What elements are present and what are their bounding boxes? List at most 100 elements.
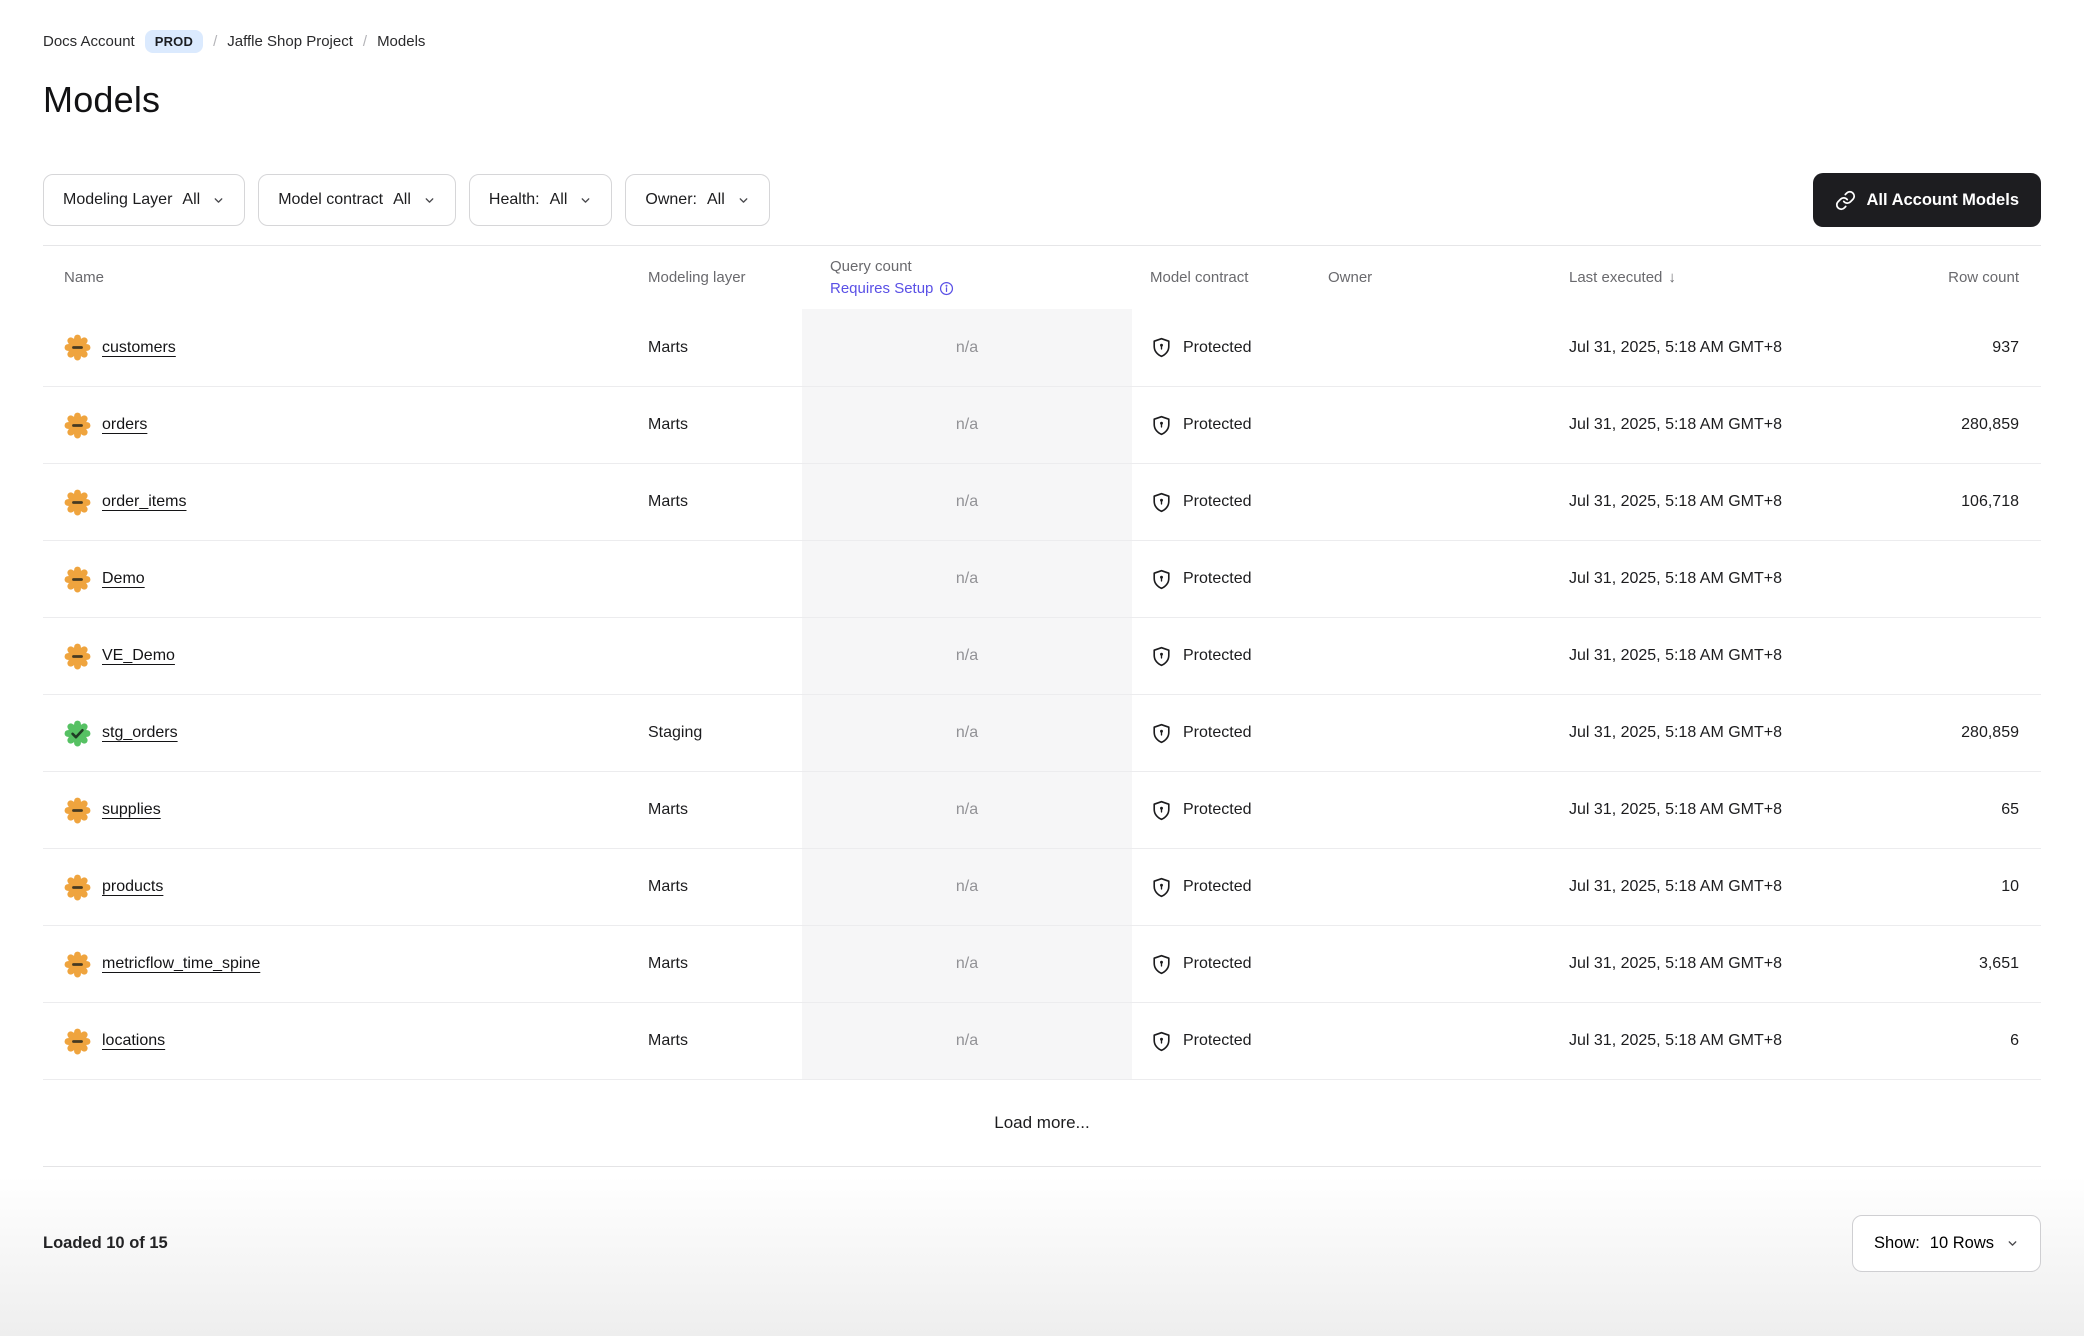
table-row: products Marts n/a Protected Jul 31, 202… (43, 848, 2041, 925)
chevron-down-icon (579, 194, 592, 207)
breadcrumb-separator: / (213, 33, 217, 50)
row-count-value: 280,859 (1861, 416, 2041, 434)
modeling-layer-value: Marts (648, 339, 802, 357)
warning-badge-icon (64, 566, 91, 593)
header-row-count[interactable]: Row count (1861, 269, 2041, 286)
modeling-layer-value: Marts (648, 1032, 802, 1050)
row-count-value: 3,651 (1861, 955, 2041, 973)
table-footer: Loaded 10 of 15 Show: 10 Rows (43, 1215, 2041, 1272)
shield-lock-icon (1150, 722, 1173, 745)
row-count-value: 280,859 (1861, 724, 2041, 742)
chevron-down-icon (2006, 1237, 2019, 1250)
last-executed-value: Jul 31, 2025, 5:18 AM GMT+8 (1551, 724, 1861, 742)
filter-health[interactable]: Health: All (469, 174, 612, 226)
model-name-link[interactable]: order_items (102, 493, 186, 511)
model-contract-value: Protected (1183, 724, 1251, 742)
header-last-executed[interactable]: Last executed ↓ (1551, 269, 1861, 286)
last-executed-value: Jul 31, 2025, 5:18 AM GMT+8 (1551, 647, 1861, 665)
query-count-value: n/a (802, 387, 1132, 463)
query-count-value: n/a (802, 849, 1132, 925)
breadcrumb-project[interactable]: Jaffle Shop Project (227, 33, 353, 50)
shield-lock-icon (1150, 876, 1173, 899)
warning-badge-icon (64, 951, 91, 978)
row-count-value: 10 (1861, 878, 2041, 896)
query-count-value: n/a (802, 695, 1132, 771)
chevron-down-icon (212, 194, 225, 207)
filter-value: All (393, 191, 411, 209)
filter-value: All (707, 191, 725, 209)
model-name-link[interactable]: VE_Demo (102, 647, 175, 665)
chevron-down-icon (423, 194, 436, 207)
modeling-layer-value: Marts (648, 955, 802, 973)
filter-modeling-layer[interactable]: Modeling Layer All (43, 174, 245, 226)
modeling-layer-value: Marts (648, 493, 802, 511)
table-row: order_items Marts n/a Protected Jul 31, … (43, 463, 2041, 540)
table-row: supplies Marts n/a Protected Jul 31, 202… (43, 771, 2041, 848)
sort-descending-icon[interactable]: ↓ (1668, 269, 1676, 286)
table-row: VE_Demo n/a Protected Jul 31, 2025, 5:18… (43, 617, 2041, 694)
shield-lock-icon (1150, 645, 1173, 668)
models-table: Name Modeling layer Query count Requires… (43, 245, 2041, 1167)
all-account-models-label: All Account Models (1867, 191, 2019, 210)
filter-owner[interactable]: Owner: All (625, 174, 769, 226)
verified-check-badge-icon (64, 720, 91, 747)
filter-value: All (550, 191, 568, 209)
model-name-link[interactable]: customers (102, 339, 176, 357)
table-body: customers Marts n/a Protected Jul 31, 20… (43, 309, 2041, 1079)
requires-setup-link[interactable]: Requires Setup (830, 278, 954, 300)
table-row: metricflow_time_spine Marts n/a Protecte… (43, 925, 2041, 1002)
show-value: 10 Rows (1930, 1234, 1994, 1253)
query-count-value: n/a (802, 464, 1132, 540)
info-circle-icon[interactable] (939, 281, 954, 296)
model-contract-value: Protected (1183, 801, 1251, 819)
page-title: Models (43, 79, 2041, 121)
last-executed-value: Jul 31, 2025, 5:18 AM GMT+8 (1551, 955, 1861, 973)
modeling-layer-value: Staging (648, 724, 802, 742)
last-executed-value: Jul 31, 2025, 5:18 AM GMT+8 (1551, 878, 1861, 896)
all-account-models-button[interactable]: All Account Models (1813, 173, 2041, 227)
filter-value: All (182, 191, 200, 209)
show-label: Show: (1874, 1234, 1920, 1253)
model-name-link[interactable]: metricflow_time_spine (102, 955, 260, 973)
shield-lock-icon (1150, 1030, 1173, 1053)
model-contract-value: Protected (1183, 878, 1251, 896)
shield-lock-icon (1150, 491, 1173, 514)
environment-badge: PROD (145, 30, 203, 53)
filter-label: Health: (489, 191, 540, 209)
show-rows-dropdown[interactable]: Show: 10 Rows (1852, 1215, 2041, 1272)
breadcrumb-account[interactable]: Docs Account (43, 33, 135, 50)
model-contract-value: Protected (1183, 493, 1251, 511)
header-name[interactable]: Name (43, 269, 648, 286)
model-contract-value: Protected (1183, 416, 1251, 434)
load-more-row: Load more... (43, 1079, 2041, 1167)
load-more-button[interactable]: Load more... (994, 1113, 1089, 1133)
model-name-link[interactable]: locations (102, 1032, 165, 1050)
shield-lock-icon (1150, 568, 1173, 591)
model-name-link[interactable]: Demo (102, 570, 145, 588)
filter-label: Owner: (645, 191, 697, 209)
breadcrumb: Docs Account PROD / Jaffle Shop Project … (43, 30, 2041, 53)
query-count-value: n/a (802, 309, 1132, 386)
model-name-link[interactable]: orders (102, 416, 147, 434)
header-query-count: Query count Requires Setup (802, 256, 1132, 300)
warning-badge-icon (64, 874, 91, 901)
models-page: Docs Account PROD / Jaffle Shop Project … (0, 0, 2084, 1336)
last-executed-label: Last executed (1569, 269, 1662, 286)
header-model-contract[interactable]: Model contract (1132, 269, 1310, 286)
row-count-value: 106,718 (1861, 493, 2041, 511)
model-name-link[interactable]: supplies (102, 801, 161, 819)
shield-lock-icon (1150, 953, 1173, 976)
model-name-link[interactable]: products (102, 878, 163, 896)
model-contract-value: Protected (1183, 570, 1251, 588)
modeling-layer-value: Marts (648, 878, 802, 896)
header-owner[interactable]: Owner (1310, 269, 1551, 286)
header-modeling-layer[interactable]: Modeling layer (648, 269, 802, 286)
table-row: orders Marts n/a Protected Jul 31, 2025,… (43, 386, 2041, 463)
last-executed-value: Jul 31, 2025, 5:18 AM GMT+8 (1551, 339, 1861, 357)
filter-model-contract[interactable]: Model contract All (258, 174, 456, 226)
warning-badge-icon (64, 334, 91, 361)
row-count-value: 937 (1861, 339, 2041, 357)
modeling-layer-value: Marts (648, 801, 802, 819)
model-name-link[interactable]: stg_orders (102, 724, 178, 742)
table-row: stg_orders Staging n/a Protected Jul 31,… (43, 694, 2041, 771)
